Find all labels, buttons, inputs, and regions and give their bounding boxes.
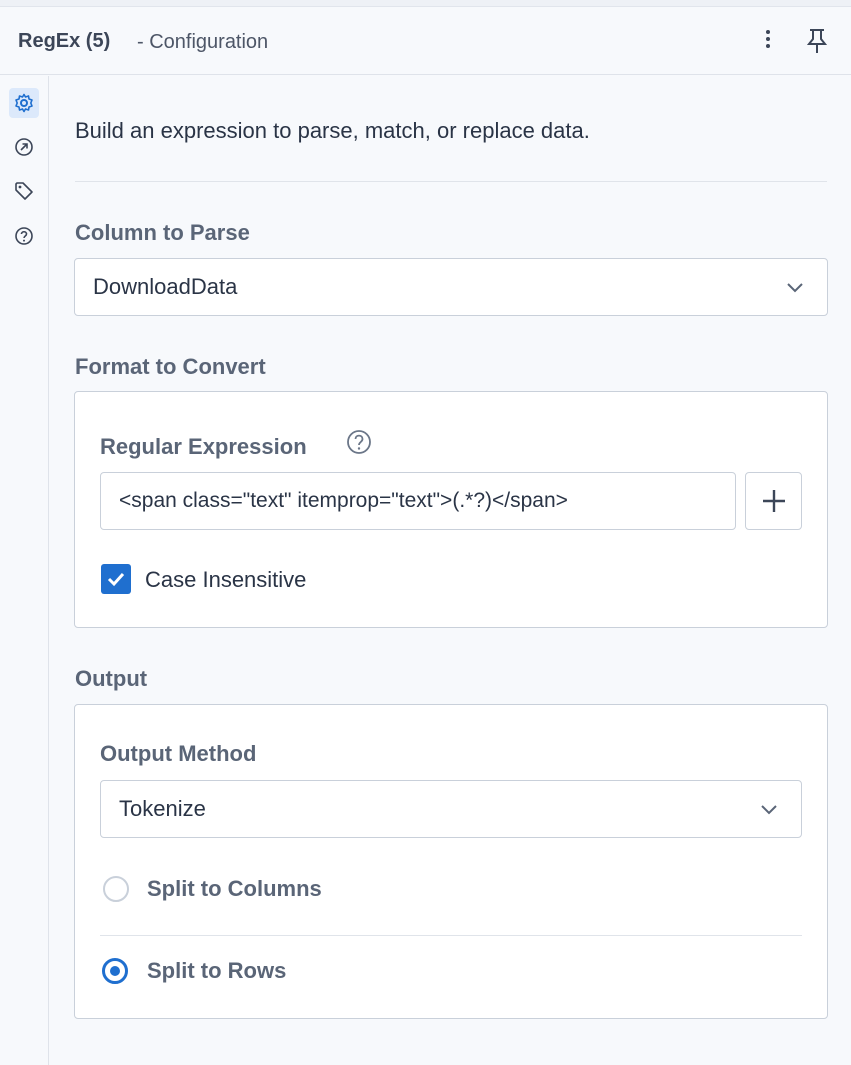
window-top-strip [0,0,851,7]
output-method-value: Tokenize [119,796,206,821]
tag-icon[interactable] [9,176,39,206]
output-panel: Output Method Tokenize Split to Columns … [74,704,828,1019]
case-insensitive-label: Case Insensitive [145,567,307,592]
split-to-rows-radio[interactable] [102,958,128,984]
split-to-rows-label: Split to Rows [147,958,287,983]
output-method-label: Output Method [100,741,257,766]
regular-expression-input[interactable] [100,472,736,530]
configuration-content: Build an expression to parse, match, or … [49,76,851,1065]
case-insensitive-checkbox[interactable] [101,564,131,594]
left-toolbar [0,76,49,1065]
format-to-convert-label: Format to Convert [75,354,266,379]
column-to-parse-label: Column to Parse [75,220,250,245]
column-to-parse-value: DownloadData [93,274,238,299]
panel-header: RegEx (5) - Configuration [0,7,851,75]
tool-subtitle: - Configuration [137,31,269,53]
arrow-circle-icon[interactable] [9,132,39,162]
divider [100,935,802,936]
checkmark-icon [107,572,125,587]
help-circle-icon[interactable] [9,221,39,251]
divider [75,181,827,182]
regular-expression-label: Regular Expression [100,434,307,459]
pin-icon[interactable] [804,27,830,55]
output-method-select[interactable]: Tokenize [100,780,802,838]
split-to-columns-label: Split to Columns [147,876,322,901]
add-expression-button[interactable] [745,472,802,530]
gear-icon[interactable] [9,88,39,118]
chevron-down-icon [761,805,777,815]
split-to-columns-radio[interactable] [103,876,129,902]
column-to-parse-select[interactable]: DownloadData [74,258,828,316]
output-label: Output [75,666,148,691]
chevron-down-icon [787,283,803,293]
tool-title: RegEx (5) [18,30,111,52]
more-vertical-icon[interactable] [758,27,778,55]
help-circle-icon[interactable] [345,428,373,456]
intro-text: Build an expression to parse, match, or … [75,118,590,143]
format-to-convert-panel: Regular Expression Case Insensitive [74,391,828,628]
plus-icon [762,490,785,512]
